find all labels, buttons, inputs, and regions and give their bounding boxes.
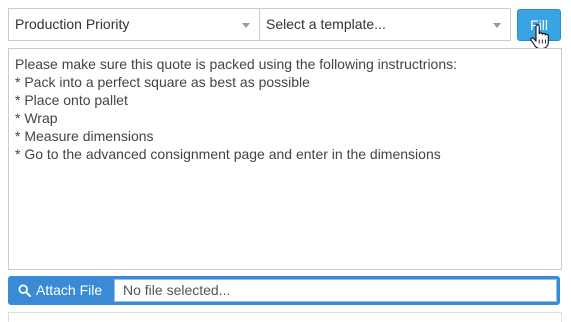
file-name-field[interactable]: No file selected... — [114, 279, 557, 302]
production-priority-select[interactable]: Production Priority — [8, 8, 260, 41]
production-priority-value: Production Priority — [15, 16, 130, 32]
attach-file-button[interactable]: Attach File — [12, 276, 112, 305]
chevron-down-icon — [493, 23, 501, 28]
file-attachment-bar: Attach File No file selected... — [8, 276, 560, 305]
next-panel-edge — [8, 312, 562, 322]
attach-file-label: Attach File — [36, 282, 103, 298]
search-icon — [18, 284, 31, 297]
template-select[interactable]: Select a template... — [259, 8, 511, 41]
chevron-down-icon — [242, 23, 250, 28]
hand-cursor-icon — [530, 24, 549, 50]
instructions-textarea[interactable]: Please make sure this quote is packed us… — [8, 48, 562, 270]
template-select-placeholder: Select a template... — [266, 16, 386, 32]
